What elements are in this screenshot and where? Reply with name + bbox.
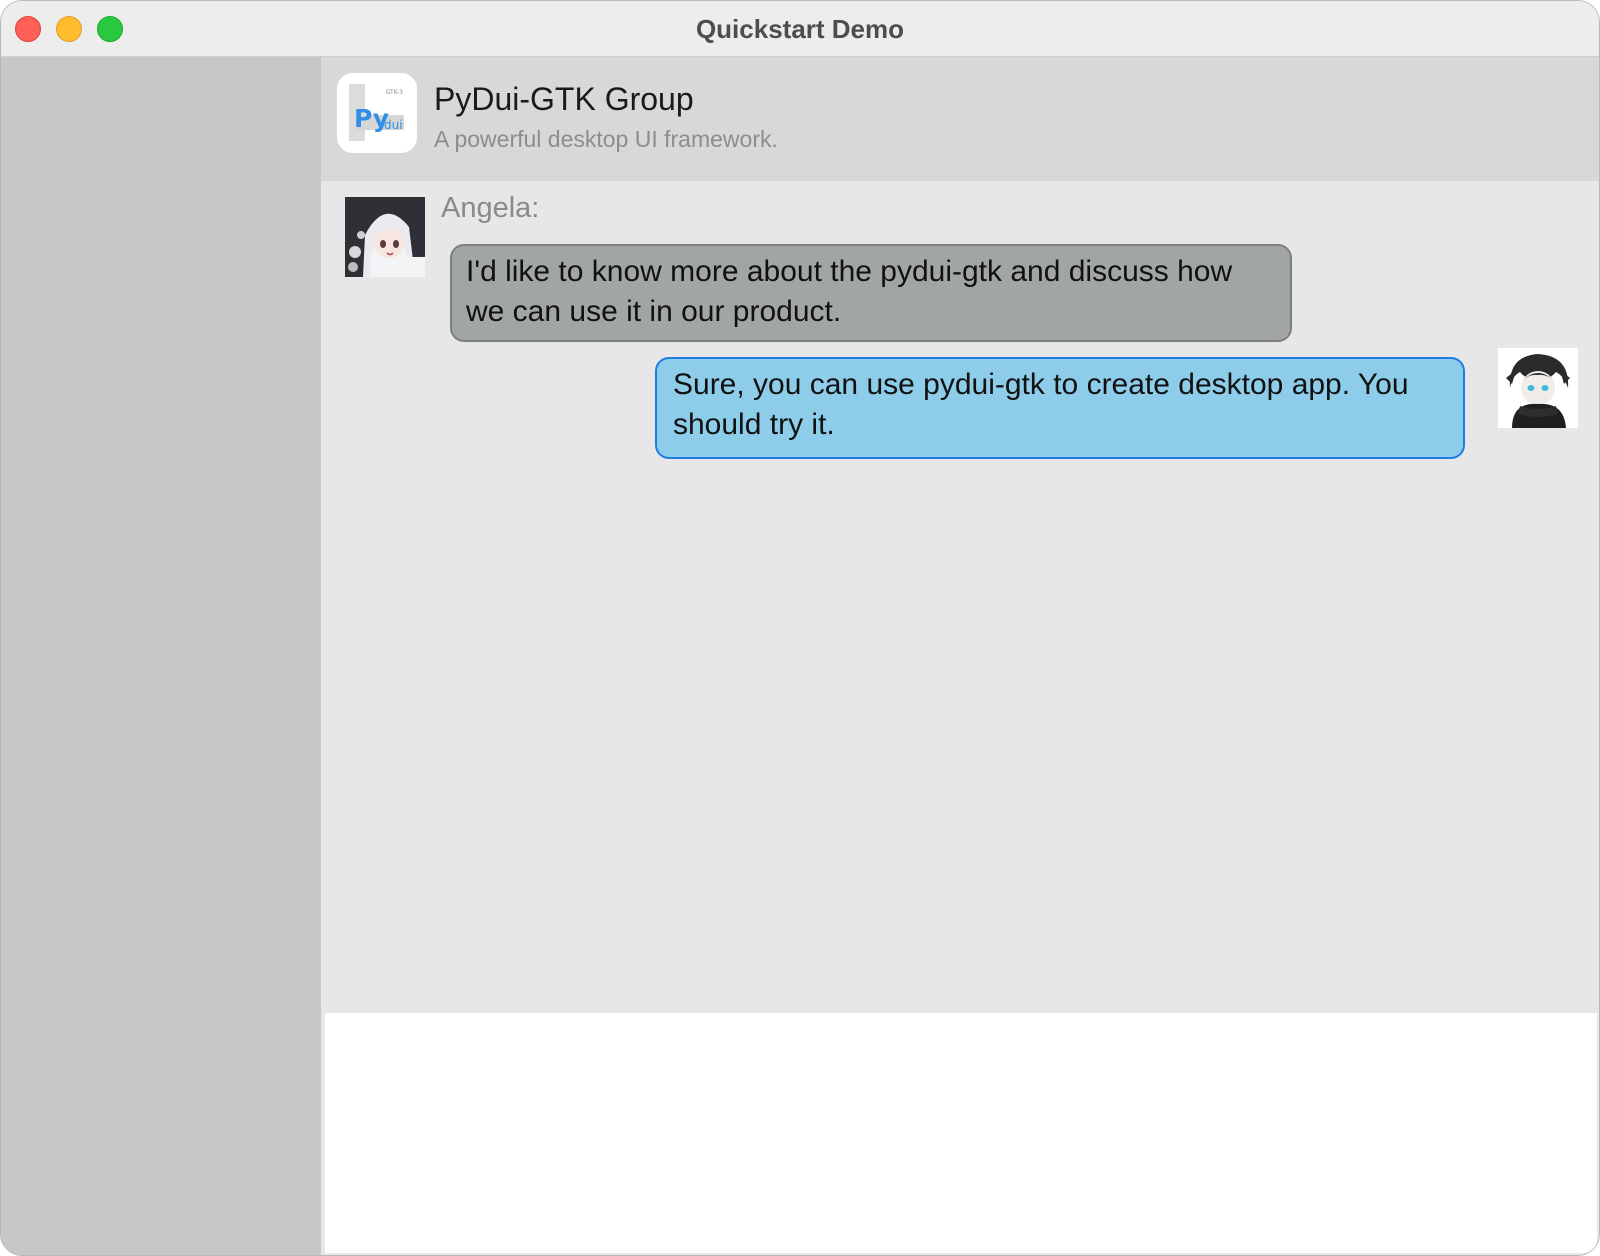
incoming-message-bubble[interactable]: I'd like to know more about the pydui-gt… [450, 244, 1292, 342]
message-input[interactable] [325, 1013, 1597, 1253]
group-name: PyDui-GTK Group [434, 81, 694, 117]
logo-badge-text: GTK-3 [386, 89, 404, 96]
title-bar[interactable]: Quickstart Demo [1, 1, 1599, 57]
chat-panel: GTK-3 Py dui PyDui-GTK Group A powerful … [321, 57, 1599, 1255]
logo-sub-text: dui [384, 118, 403, 132]
sidebar [1, 57, 321, 1255]
sender-name: Angela: [441, 192, 540, 224]
group-logo: GTK-3 Py dui [337, 73, 417, 153]
outgoing-message-bubble[interactable]: Sure, you can use pydui-gtk to create de… [655, 357, 1465, 459]
app-window: Quickstart Demo GTK-3 Py dui PyDui-GTK G… [0, 0, 1600, 1256]
user-avatar[interactable] [1498, 348, 1578, 428]
sender-avatar[interactable] [345, 197, 425, 277]
group-description: A powerful desktop UI framework. [434, 126, 778, 152]
message-list[interactable]: Angela: I'd like to know more about the … [321, 181, 1599, 1013]
window-title: Quickstart Demo [695, 14, 905, 44]
chat-header: GTK-3 Py dui PyDui-GTK Group A powerful … [321, 57, 1599, 181]
